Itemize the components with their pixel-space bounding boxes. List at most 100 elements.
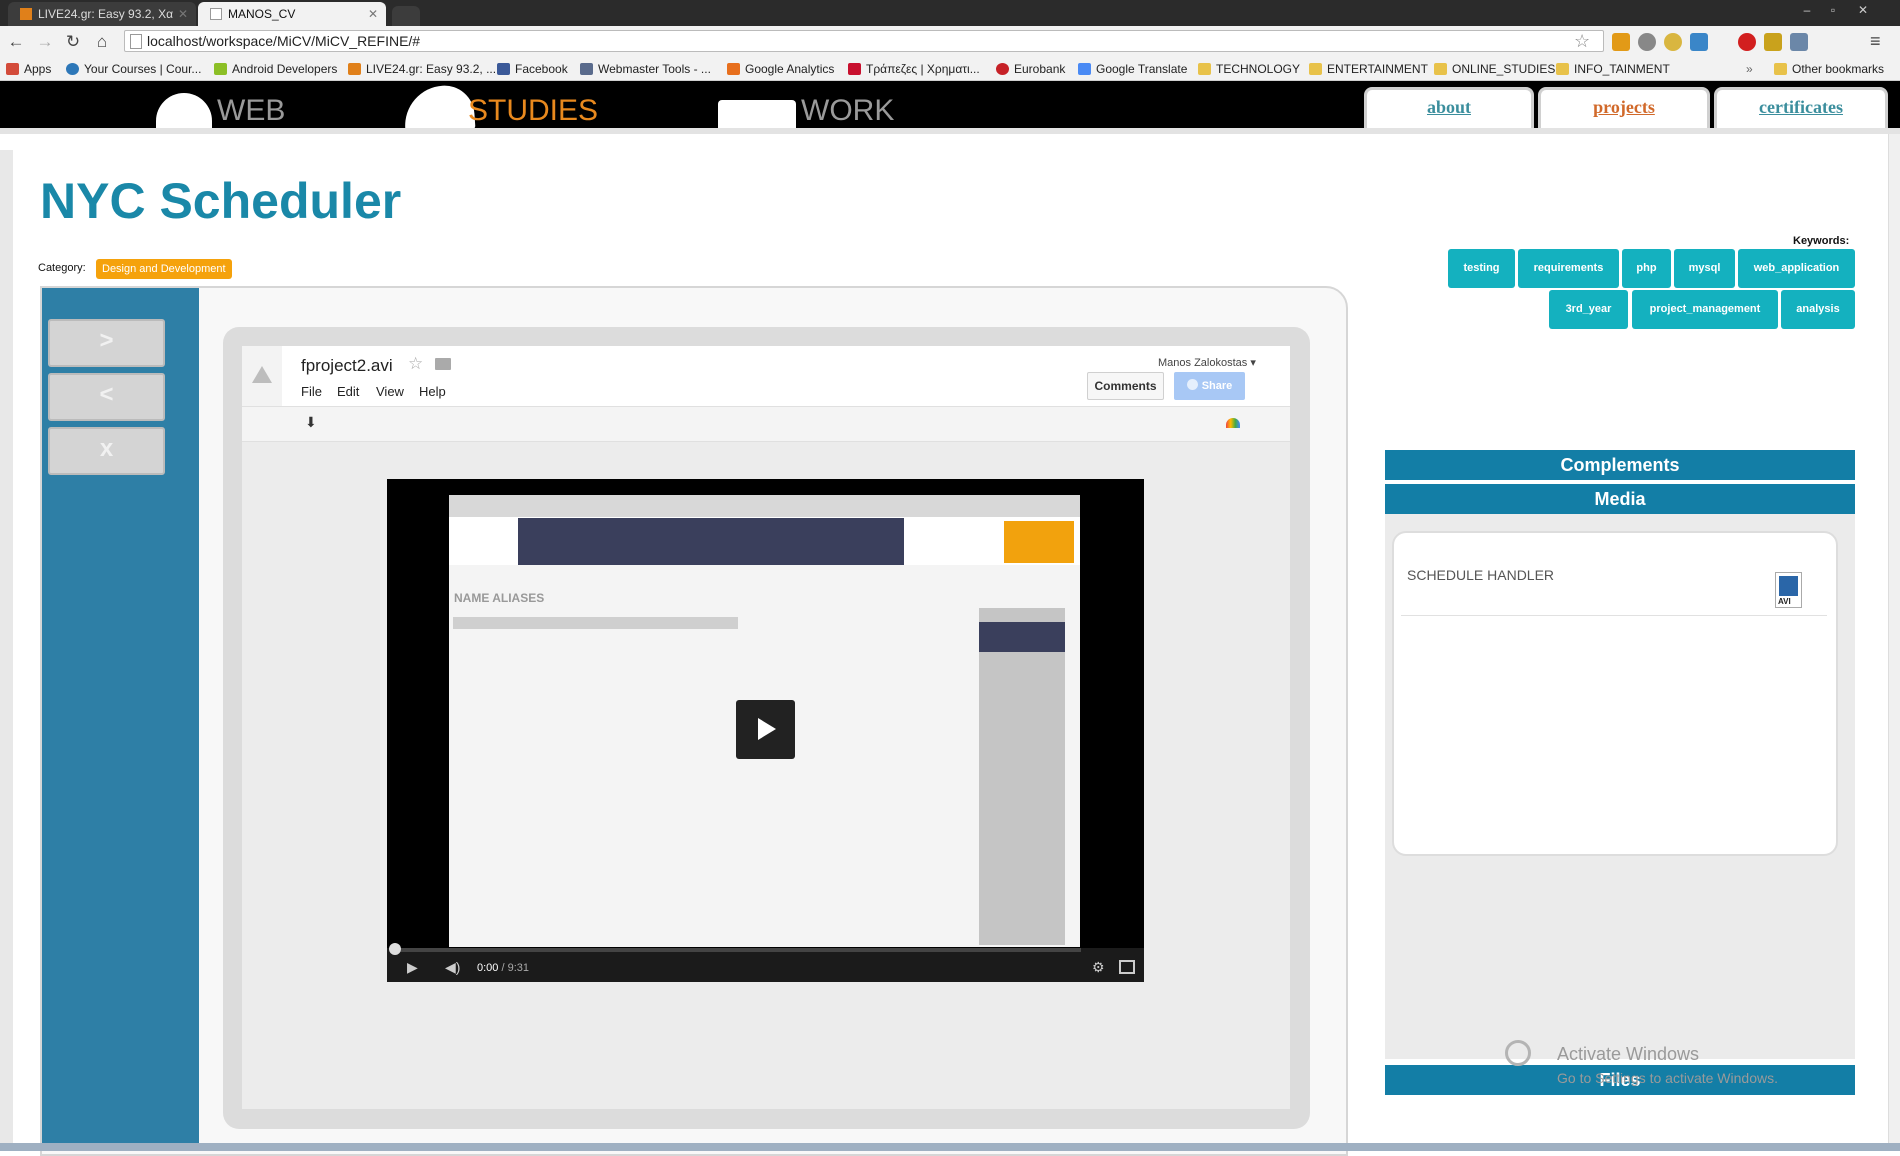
- bookmark-courses[interactable]: Your Courses | Cour...: [66, 61, 201, 77]
- keyword-tag[interactable]: web_application: [1738, 249, 1855, 288]
- bookmark-star-icon[interactable]: ☆: [1574, 31, 1590, 52]
- video-frame-sidebar-header: [979, 622, 1065, 652]
- close-tab-icon[interactable]: ✕: [368, 2, 378, 26]
- minimize-button[interactable]: –: [1796, 2, 1818, 18]
- page-title: NYC Scheduler: [40, 173, 402, 229]
- bookmark-webmaster[interactable]: Webmaster Tools - ...: [580, 61, 711, 77]
- browser-tab-1[interactable]: LIVE24.gr: Easy 93.2, Χα ✕: [8, 2, 196, 26]
- fullscreen-icon[interactable]: [1119, 960, 1135, 974]
- left-edge: [0, 150, 13, 1150]
- volume-icon[interactable]: ◀): [445, 959, 460, 976]
- nav-studies[interactable]: STUDIES: [468, 94, 598, 128]
- other-bookmarks[interactable]: Other bookmarks: [1774, 61, 1884, 77]
- bookmark-facebook[interactable]: Facebook: [497, 61, 568, 77]
- home-icon[interactable]: ⌂: [91, 31, 113, 53]
- new-tab-button[interactable]: [392, 6, 420, 26]
- keyword-tag[interactable]: requirements: [1518, 249, 1619, 288]
- comments-button[interactable]: Comments: [1087, 372, 1164, 400]
- star-icon[interactable]: ☆: [408, 354, 423, 374]
- tab-projects[interactable]: projects: [1538, 87, 1710, 128]
- bookmark-folder-online-studies[interactable]: ONLINE_STUDIES: [1434, 61, 1555, 77]
- extension-blue-icon[interactable]: [1690, 33, 1708, 51]
- bookmark-apps[interactable]: Apps: [6, 61, 51, 77]
- bookmark-label: Google Translate: [1096, 62, 1188, 76]
- extension-gear-icon[interactable]: [1638, 33, 1656, 51]
- bookmark-folder-infotainment[interactable]: INFO_TAINMENT: [1556, 61, 1670, 77]
- bookmark-label: ENTERTAINMENT: [1327, 62, 1428, 76]
- eurobank-icon: [996, 63, 1009, 75]
- keywords-label: Keywords:: [1793, 235, 1850, 247]
- download-icon[interactable]: ⬇: [305, 414, 317, 431]
- video-progress-bar[interactable]: [393, 948, 1081, 952]
- category-badge[interactable]: Design and Development: [96, 259, 232, 279]
- previous-button[interactable]: <: [48, 373, 165, 421]
- extension-bulb-icon[interactable]: [1664, 33, 1682, 51]
- bookmark-banks[interactable]: Τράπεζες | Χρηματι...: [848, 61, 980, 77]
- back-icon[interactable]: ←: [5, 31, 27, 53]
- keyword-tag[interactable]: analysis: [1781, 290, 1855, 329]
- keyword-tag[interactable]: php: [1622, 249, 1671, 288]
- video-scrubber[interactable]: [389, 943, 401, 955]
- play-icon[interactable]: ▶: [407, 959, 418, 976]
- complements-header[interactable]: Complements: [1385, 450, 1855, 480]
- drive-logo-icon[interactable]: [242, 346, 282, 406]
- extension-print-icon[interactable]: [1790, 33, 1808, 51]
- avi-file-icon[interactable]: AVI: [1775, 572, 1802, 608]
- keyword-tag[interactable]: 3rd_year: [1549, 290, 1628, 329]
- close-tab-icon[interactable]: ✕: [178, 2, 188, 26]
- folder-icon: [1434, 63, 1447, 75]
- tab-title: LIVE24.gr: Easy 93.2, Χα: [38, 7, 174, 21]
- menu-edit[interactable]: Edit: [337, 384, 359, 399]
- maximize-button[interactable]: ▫: [1822, 2, 1844, 18]
- bookmarks-overflow[interactable]: »: [1746, 61, 1753, 77]
- bookmark-analytics[interactable]: Google Analytics: [727, 61, 834, 77]
- menu-view[interactable]: View: [376, 384, 404, 399]
- tab-about[interactable]: about: [1364, 87, 1534, 128]
- extension-flag-icon[interactable]: [1764, 33, 1782, 51]
- bookmark-label: Τράπεζες | Χρηματι...: [866, 62, 980, 76]
- extension-new-icon[interactable]: [1612, 33, 1630, 51]
- file-type-label: AVI: [1778, 597, 1791, 606]
- bookmark-folder-technology[interactable]: TECHNOLOGY: [1198, 61, 1300, 77]
- page-scrollbar[interactable]: [1888, 134, 1900, 1145]
- owner-name[interactable]: Manos Zalokostas ▾: [1158, 356, 1256, 369]
- tab-title: MANOS_CV: [228, 7, 296, 21]
- open-with-icon[interactable]: [1226, 418, 1240, 428]
- address-bar[interactable]: localhost/workspace/MiCV/MiCV_REFINE/#: [124, 30, 1604, 52]
- folder-icon[interactable]: [435, 358, 451, 370]
- folder-icon: [1309, 63, 1322, 75]
- play-overlay-button[interactable]: [736, 700, 795, 759]
- reload-icon[interactable]: ↻: [62, 31, 84, 53]
- nav-work[interactable]: WORK: [801, 94, 894, 128]
- keyword-tag[interactable]: mysql: [1674, 249, 1735, 288]
- keyword-tag[interactable]: project_management: [1632, 290, 1778, 329]
- close-button[interactable]: x: [48, 427, 165, 475]
- bookmark-folder-entertainment[interactable]: ENTERTAINMENT: [1309, 61, 1428, 77]
- share-button[interactable]: Share: [1174, 372, 1245, 400]
- chrome-menu-icon[interactable]: ≡: [1870, 31, 1881, 52]
- translate-icon: [1078, 63, 1091, 75]
- browser-tab-2[interactable]: MANOS_CV ✕: [198, 2, 386, 26]
- media-item-title[interactable]: SCHEDULE HANDLER: [1407, 567, 1554, 583]
- tab-certificates[interactable]: certificates: [1714, 87, 1888, 128]
- media-header[interactable]: Media: [1385, 484, 1855, 514]
- bookmark-label: INFO_TAINMENT: [1574, 62, 1670, 76]
- bookmark-label: Facebook: [515, 62, 568, 76]
- bookmark-android[interactable]: Android Developers: [214, 61, 337, 77]
- extension-record-icon[interactable]: [1738, 33, 1756, 51]
- bookmark-translate[interactable]: Google Translate: [1078, 61, 1187, 77]
- bookmark-eurobank[interactable]: Eurobank: [996, 61, 1065, 77]
- video-frame-text: [453, 617, 738, 629]
- next-button[interactable]: >: [48, 319, 165, 367]
- bookmark-label: ONLINE_STUDIES: [1452, 62, 1556, 76]
- nav-web[interactable]: WEB: [217, 94, 285, 128]
- close-window-button[interactable]: ✕: [1852, 2, 1874, 18]
- menu-help[interactable]: Help: [419, 384, 446, 399]
- bookmark-label: Android Developers: [232, 62, 338, 76]
- settings-gear-icon[interactable]: ⚙: [1092, 959, 1105, 976]
- bookmark-live24[interactable]: LIVE24.gr: Easy 93.2, ...: [348, 61, 496, 77]
- menu-file[interactable]: File: [301, 384, 322, 399]
- bookmark-label: Google Analytics: [745, 62, 835, 76]
- forward-icon[interactable]: →: [34, 31, 56, 53]
- keyword-tag[interactable]: testing: [1448, 249, 1515, 288]
